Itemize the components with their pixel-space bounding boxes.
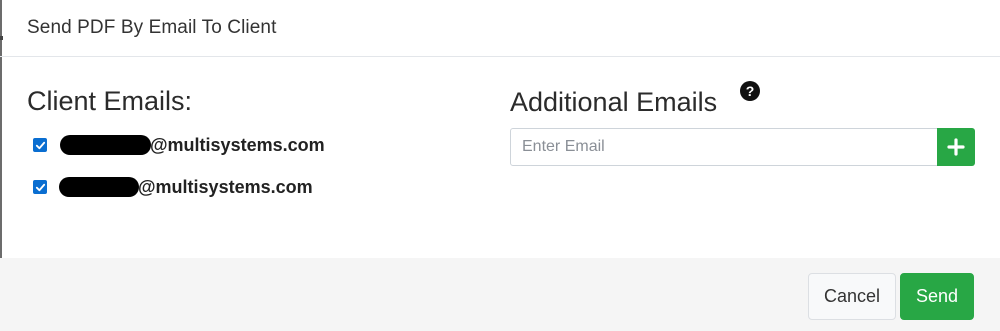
redacted-email-username [60, 135, 151, 155]
client-email-checkbox[interactable] [33, 180, 47, 194]
additional-email-input[interactable] [510, 128, 938, 166]
add-email-button[interactable] [937, 128, 975, 166]
additional-emails-heading: Additional Emails [510, 87, 718, 117]
question-circle-icon[interactable]: ? [740, 81, 760, 101]
checkmark-icon [35, 141, 45, 149]
client-email-domain: @multisystems.com [138, 176, 313, 197]
client-email-item: @multisystems.com [33, 175, 313, 199]
client-emails-heading: Client Emails: [27, 86, 193, 116]
plus-icon [947, 138, 965, 156]
client-email-domain: @multisystems.com [150, 134, 325, 155]
client-email-item: @multisystems.com [33, 133, 325, 157]
checkmark-icon [35, 183, 45, 191]
send-button[interactable]: Send [900, 273, 974, 320]
client-email-checkbox[interactable] [33, 138, 47, 152]
dialog-title: Send PDF By Email To Client [27, 17, 277, 38]
send-pdf-dialog: Send PDF By Email To Client Client Email… [0, 0, 1000, 331]
dialog-header: Send PDF By Email To Client [0, 0, 1000, 57]
redacted-email-username [59, 177, 139, 197]
cancel-button[interactable]: Cancel [808, 273, 896, 320]
